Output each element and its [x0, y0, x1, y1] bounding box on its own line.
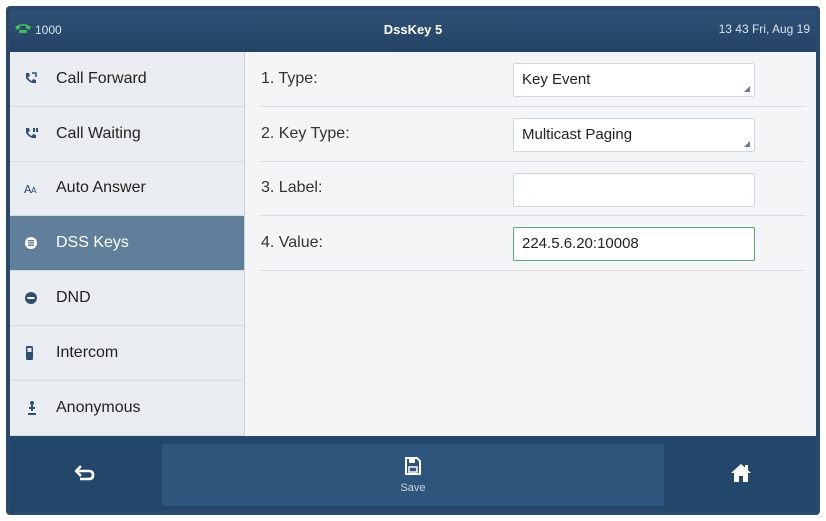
label-input[interactable] — [513, 172, 755, 207]
call-forward-icon — [24, 72, 56, 86]
sidebar-item-label: Auto Answer — [56, 179, 146, 197]
dsskey-settings-form: 1. Type: Key Event 2. Key Type: Multicas… — [245, 52, 816, 436]
phone-screen-bezel: 1000 DssKey 5 13 43 Fri, Aug 19 Call For… — [6, 6, 820, 515]
field-label: 1. Type: — [261, 69, 318, 87]
call-waiting-icon — [24, 127, 56, 141]
status-bar: 1000 DssKey 5 13 43 Fri, Aug 19 — [10, 10, 816, 52]
datetime: 13 43 Fri, Aug 19 — [718, 22, 810, 36]
save-icon — [405, 456, 421, 480]
form-row-key-type: 2. Key Type: Multicast Paging — [259, 107, 806, 162]
page-title: DssKey 5 — [383, 22, 443, 37]
form-row-label: 3. Label: — [259, 162, 806, 217]
key-type-select[interactable]: Multicast Paging — [513, 117, 755, 152]
sidebar-item-label: Intercom — [56, 343, 119, 361]
intercom-icon — [24, 345, 56, 361]
sidebar-item-call-forward[interactable]: Call Forward — [10, 52, 244, 107]
dnd-icon — [24, 291, 56, 305]
type-select[interactable]: Key Event — [513, 63, 755, 97]
form-row-type: 1. Type: Key Event — [259, 52, 806, 107]
sidebar-item-dss-keys[interactable]: DSS Keys — [10, 216, 244, 272]
sidebar-item-call-waiting[interactable]: Call Waiting — [10, 107, 244, 162]
save-label: Save — [400, 481, 426, 494]
screen: 1000 DssKey 5 13 43 Fri, Aug 19 Call For… — [10, 10, 816, 511]
sidebar-item-label: DND — [56, 289, 91, 307]
sidebar-item-label: Call Waiting — [56, 124, 141, 142]
sidebar-item-label: Anonymous — [56, 398, 141, 416]
sidebar-item-label: DSS Keys — [56, 234, 129, 252]
back-button[interactable] — [10, 444, 160, 506]
sidebar-item-intercom[interactable]: Intercom — [10, 326, 244, 381]
form-row-value: 4. Value: 224.5.6.20:10008 — [259, 216, 806, 272]
field-label: 2. Key Type: — [261, 124, 350, 142]
home-button[interactable] — [666, 444, 816, 506]
softkey-bar: Save — [10, 436, 816, 511]
anonymous-icon — [24, 400, 56, 416]
sidebar-item-anonymous[interactable]: Anonymous — [10, 381, 244, 436]
svg-text:A: A — [31, 186, 37, 195]
sidebar-item-dnd[interactable]: DND — [10, 271, 244, 326]
auto-answer-icon: AA — [24, 181, 56, 195]
dss-keys-icon — [24, 236, 56, 250]
sidebar: Call Forward Call Waiting AA Auto Answer… — [10, 52, 245, 436]
field-label: 3. Label: — [261, 179, 323, 197]
value-input[interactable]: 224.5.6.20:10008 — [513, 227, 755, 262]
sidebar-item-auto-answer[interactable]: AA Auto Answer — [10, 162, 244, 217]
back-arrow-icon — [74, 464, 96, 487]
save-button[interactable]: Save — [162, 444, 664, 506]
sidebar-item-label: Call Forward — [56, 69, 147, 87]
field-label: 4. Value: — [261, 234, 323, 252]
home-icon — [730, 463, 752, 488]
